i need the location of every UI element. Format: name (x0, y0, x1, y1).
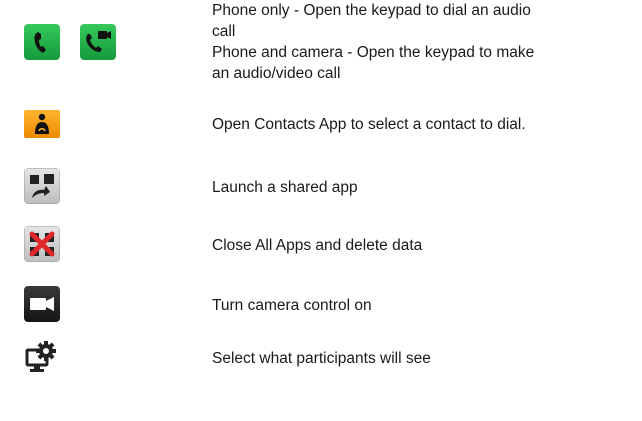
description-line: Phone only - Open the keypad to dial an … (212, 2, 531, 19)
icon-group (24, 168, 60, 204)
legend-description: Select what participants will see (212, 348, 632, 369)
icon-group (24, 286, 60, 322)
contacts-person-icon (24, 110, 60, 138)
description-line: Open Contacts App to select a contact to… (212, 116, 526, 133)
camera-control-icon (24, 286, 60, 322)
icon-group (24, 340, 60, 376)
description-line: an audio/video call (212, 65, 341, 82)
participant-view-settings-icon (24, 340, 60, 376)
icon-group (24, 24, 116, 60)
icon-group (24, 226, 60, 262)
shared-app-icon (24, 168, 60, 204)
legend-description: Phone only - Open the keypad to dial an … (212, 0, 632, 84)
phone-handset-icon (24, 24, 60, 60)
video-call-icon (80, 24, 116, 60)
description-line: Close All Apps and delete data (212, 237, 423, 254)
legend-description: Close All Apps and delete data (212, 235, 632, 256)
description-line: Launch a shared app (212, 179, 358, 196)
description-line: Select what participants will see (212, 350, 431, 367)
legend-description: Launch a shared app (212, 177, 632, 198)
icon-group (24, 110, 60, 138)
description-line: Phone and camera - Open the keypad to ma… (212, 44, 535, 61)
legend-description: Turn camera control on (212, 295, 632, 316)
close-all-apps-icon (24, 226, 60, 262)
description-line: Turn camera control on (212, 297, 372, 314)
description-line: call (212, 23, 236, 40)
legend-description: Open Contacts App to select a contact to… (212, 114, 632, 135)
